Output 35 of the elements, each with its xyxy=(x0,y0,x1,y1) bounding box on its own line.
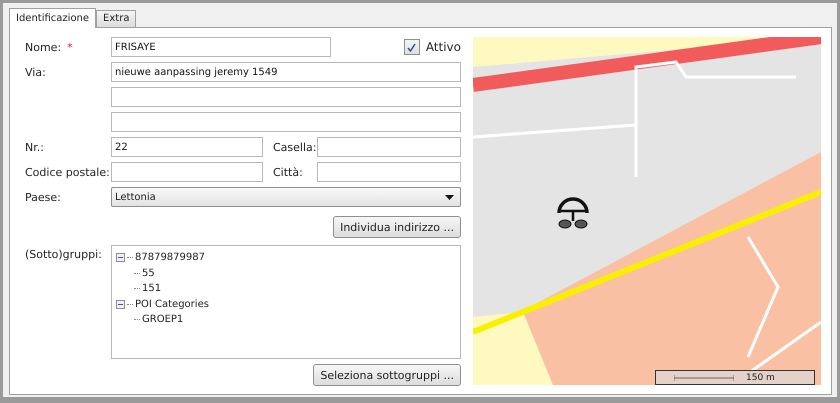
checkbox[interactable] xyxy=(404,39,420,55)
input-field[interactable] xyxy=(317,162,461,182)
input-field[interactable]: nieuwe aanpassing jeremy 1549 xyxy=(111,62,461,82)
field-label: (Sotto)gruppi: xyxy=(25,247,103,263)
field-label: Nr.: xyxy=(25,140,45,154)
tree-item[interactable]: 55 xyxy=(142,268,155,279)
collapse-icon[interactable] xyxy=(116,253,125,262)
tab[interactable]: Extra xyxy=(96,10,136,27)
scale-bar-icon xyxy=(674,374,734,380)
dropdown-arrow-icon xyxy=(445,194,454,200)
field-label: Codice postale: xyxy=(25,166,111,178)
country-dropdown[interactable]: Lettonia xyxy=(111,187,461,207)
map-marker-icon xyxy=(555,195,591,231)
field-label: Nome: * xyxy=(25,40,74,54)
select-subgroups-button[interactable]: Seleziona sottogruppi ... xyxy=(313,364,461,386)
checkbox-label: Attivo xyxy=(426,40,461,54)
input-field[interactable] xyxy=(111,87,461,107)
tree-item[interactable]: 151 xyxy=(142,283,162,294)
collapse-icon[interactable] xyxy=(116,300,125,309)
checkmark-icon xyxy=(407,42,416,52)
field-label: Città: xyxy=(273,166,304,178)
input-field[interactable] xyxy=(111,112,461,132)
input-field[interactable]: 22 xyxy=(111,137,263,157)
input-field[interactable]: FRISAYE xyxy=(111,37,331,57)
tree-item[interactable]: 87879879987 xyxy=(135,252,205,264)
locate-address-button[interactable]: Individua indirizzo ... xyxy=(333,216,461,238)
tab[interactable]: Identificazione xyxy=(9,8,96,28)
map-scale: 150 m xyxy=(655,370,815,385)
tree-item[interactable]: GROEP1 xyxy=(142,314,184,326)
input-field[interactable] xyxy=(111,162,263,182)
input-field[interactable] xyxy=(317,137,461,157)
field-label: Paese: xyxy=(25,190,62,204)
field-label: Casella: xyxy=(273,140,317,154)
tree-item[interactable]: POI Categories xyxy=(135,298,209,310)
field-label: Via: xyxy=(25,66,47,78)
